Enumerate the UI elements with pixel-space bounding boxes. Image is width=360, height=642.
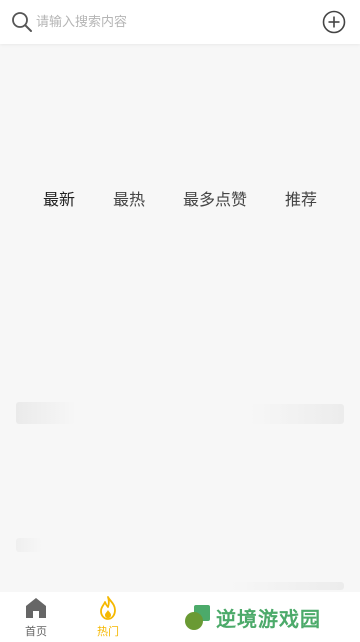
watermark-text: 逆境游戏园 (216, 606, 321, 631)
nav-label-home: 首页 (25, 625, 47, 638)
watermark-mark-icon (185, 605, 210, 630)
tab-hottest[interactable]: 最热 (113, 186, 145, 216)
search-icon[interactable] (10, 10, 34, 34)
search-header (0, 0, 360, 44)
flame-icon (100, 596, 116, 620)
nav-item-home[interactable]: 首页 (16, 596, 56, 640)
loading-placeholder (230, 582, 344, 590)
watermark-logo: 逆境游戏园 (184, 602, 321, 632)
sort-tabs: 最新 最热 最多点赞 推荐 (0, 186, 360, 216)
nav-item-hot[interactable]: 热门 (88, 596, 128, 640)
search-input[interactable] (36, 10, 276, 34)
tab-most-liked[interactable]: 最多点赞 (183, 186, 247, 216)
loading-placeholder (250, 404, 344, 424)
tab-newest[interactable]: 最新 (43, 186, 75, 216)
add-icon[interactable] (322, 10, 346, 34)
home-icon (26, 598, 46, 618)
loading-placeholder (16, 538, 42, 552)
loading-placeholder (16, 402, 76, 424)
tab-recommended[interactable]: 推荐 (285, 186, 317, 216)
nav-label-hot: 热门 (97, 625, 119, 638)
